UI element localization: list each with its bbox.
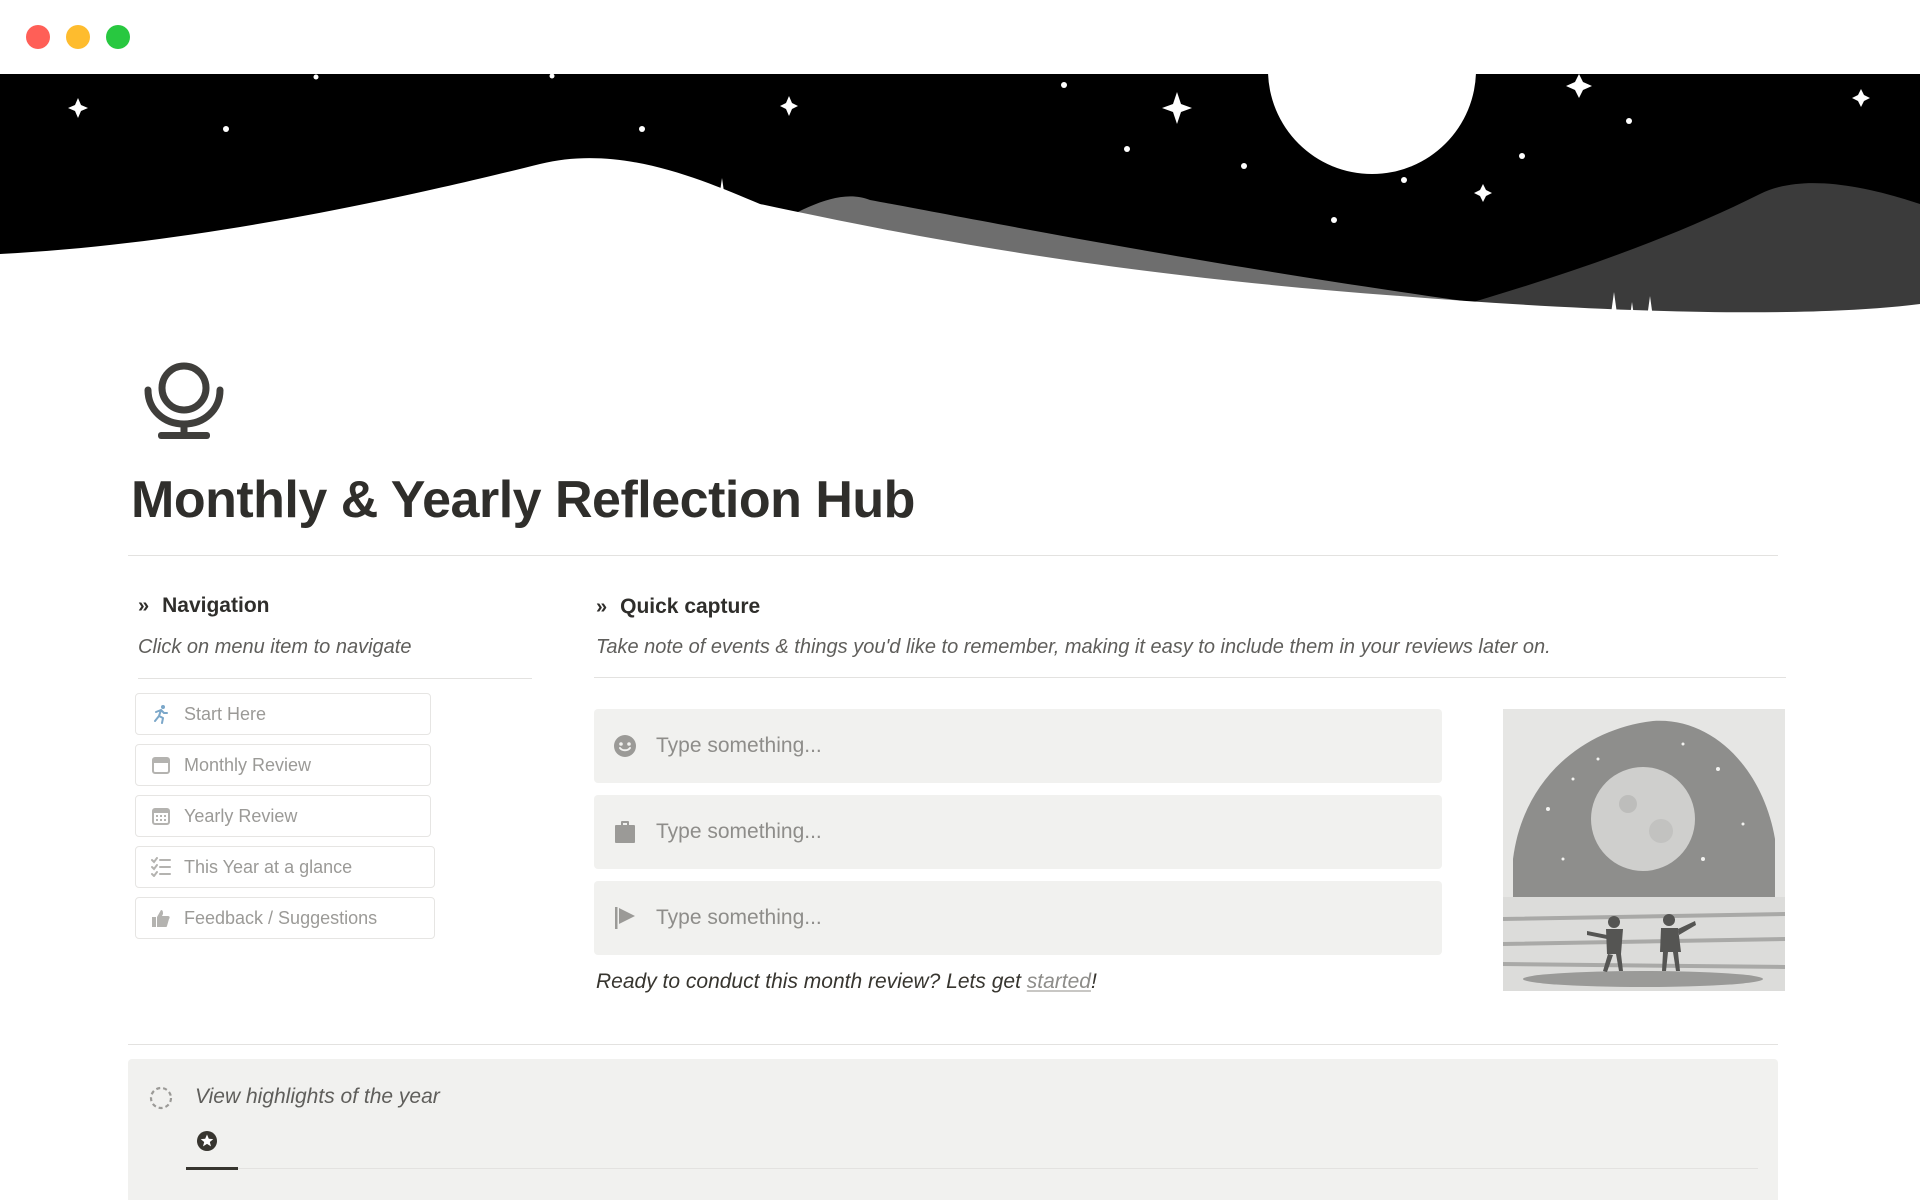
nav-start-here-button[interactable]: Start Here xyxy=(135,693,431,735)
quick-capture-heading: » Quick capture xyxy=(596,595,760,619)
cover-image xyxy=(0,74,1920,376)
quick-capture-input[interactable] xyxy=(656,820,1416,844)
smiley-icon xyxy=(612,733,638,759)
window-titlebar xyxy=(0,0,1920,74)
checklist-icon xyxy=(150,856,172,878)
highlights-label: View highlights of the year xyxy=(195,1085,440,1108)
nav-item-label: Start Here xyxy=(184,703,267,724)
navigation-heading: » Navigation xyxy=(138,594,269,618)
thumbs-up-icon xyxy=(150,907,172,929)
active-tab-indicator xyxy=(186,1167,238,1170)
highlights-callout[interactable]: View highlights of the year xyxy=(128,1059,1778,1200)
heading-marker: » xyxy=(596,595,608,618)
quick-capture-input[interactable] xyxy=(656,906,1416,930)
quick-capture-row-2[interactable] xyxy=(594,795,1442,869)
flag-icon xyxy=(612,905,638,931)
clipboard-icon xyxy=(612,819,638,845)
started-link[interactable]: started xyxy=(1027,970,1091,993)
quick-capture-heading-label: Quick capture xyxy=(620,595,761,618)
review-cta: Ready to conduct this month review? Lets… xyxy=(596,970,1097,994)
zoom-button[interactable] xyxy=(106,25,130,49)
quick-capture-row-3[interactable] xyxy=(594,881,1442,955)
navigation-heading-label: Navigation xyxy=(162,594,270,617)
tab-bar-line xyxy=(186,1168,1758,1169)
nav-item-label: Feedback / Suggestions xyxy=(184,907,378,928)
nav-item-label: This Year at a glance xyxy=(184,856,353,877)
calendar-grid-icon xyxy=(150,805,172,827)
title-divider xyxy=(128,555,1778,556)
quick-capture-row-1[interactable] xyxy=(594,709,1442,783)
minimize-button[interactable] xyxy=(66,25,90,49)
nav-item-label: Yearly Review xyxy=(184,805,298,826)
quick-capture-subtitle: Take note of events & things you'd like … xyxy=(596,636,1551,658)
mirror-icon[interactable] xyxy=(140,352,228,442)
review-cta-prefix: Ready to conduct this month review? Lets… xyxy=(596,970,1027,993)
dashed-circle-icon xyxy=(148,1085,174,1111)
review-cta-suffix: ! xyxy=(1090,970,1097,993)
nav-year-at-a-glance-button[interactable]: This Year at a glance xyxy=(135,846,435,888)
nav-monthly-review-button[interactable]: Monthly Review xyxy=(135,744,431,786)
heading-marker: » xyxy=(138,594,150,617)
calendar-icon xyxy=(150,754,172,776)
star-badge-icon[interactable] xyxy=(196,1130,218,1152)
quick-capture-input[interactable] xyxy=(656,734,1416,758)
running-person-icon xyxy=(150,703,172,725)
section-divider xyxy=(128,1044,1778,1045)
quick-capture-divider xyxy=(594,677,1786,678)
moon-couple-illustration xyxy=(1503,709,1785,991)
nav-item-label: Monthly Review xyxy=(184,754,312,775)
navigation-subtitle: Click on menu item to navigate xyxy=(138,636,412,658)
nav-yearly-review-button[interactable]: Yearly Review xyxy=(135,795,431,837)
close-button[interactable] xyxy=(26,25,50,49)
navigation-divider xyxy=(138,678,532,679)
nav-feedback-button[interactable]: Feedback / Suggestions xyxy=(135,897,435,939)
page-title: Monthly & Yearly Reflection Hub xyxy=(131,471,915,529)
